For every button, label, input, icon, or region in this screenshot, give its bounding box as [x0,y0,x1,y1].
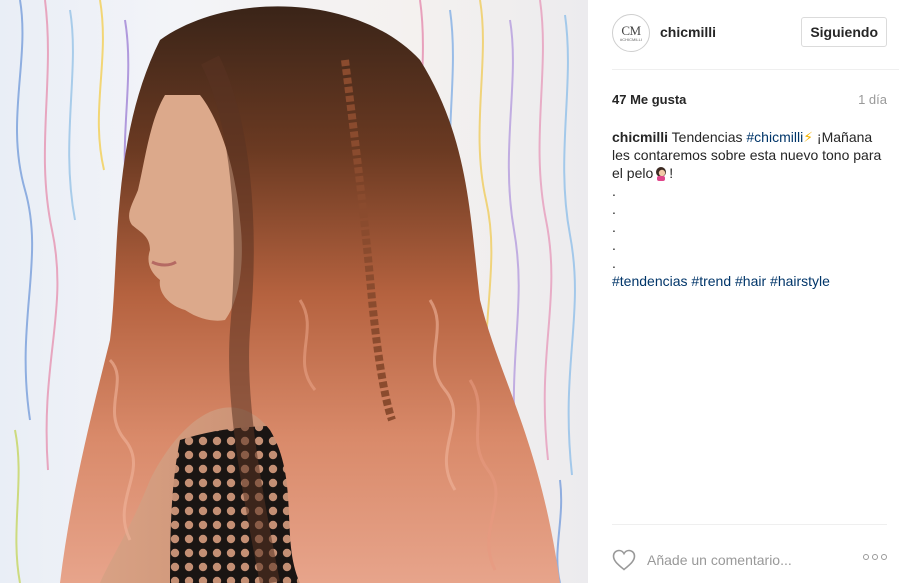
post-time[interactable]: 1 día [858,92,887,107]
avatar-monogram: CM [621,22,641,38]
post-footer [612,524,887,583]
caption-text: Tendencias [671,129,743,145]
caption-exclaim: ! [669,165,674,181]
instagram-post: CM #CHICMILLI chicmilli Siguiendo 47 Me … [0,0,901,583]
woman-haircut-emoji-icon [656,167,667,181]
comment-input[interactable] [647,549,837,571]
likes-count[interactable]: 47 Me gusta [612,92,686,107]
caption-text-2: ¡Mañana [813,129,873,145]
hashtag-hairstyle[interactable]: #hairstyle [770,273,830,289]
heart-icon[interactable] [612,549,636,571]
post-header: CM #CHICMILLI chicmilli Siguiendo [612,14,899,70]
caption-dot-5: . [612,255,616,271]
post-photo[interactable] [0,0,588,583]
caption-line-3: el pelo! [612,164,888,182]
hashtag-trend[interactable]: #trend [691,273,731,289]
more-dot [872,554,878,560]
hashtag-hair[interactable]: #hair [735,273,766,289]
following-button[interactable]: Siguiendo [801,17,887,47]
caption-line-2: les contaremos sobre esta nuevo tono par… [612,147,882,163]
post-caption: chicmilli Tendencias #chicmilli⚡ ¡Mañana… [612,128,888,290]
post-side-panel: CM #CHICMILLI chicmilli Siguiendo 47 Me … [588,0,901,583]
more-dot [863,554,869,560]
post-photo-drawing [14,0,576,583]
more-dot [881,554,887,560]
more-options-icon[interactable] [863,554,887,564]
caption-dot-2: . [612,201,616,217]
caption-dot-1: . [612,183,616,199]
likes-row: 47 Me gusta 1 día [612,92,887,110]
caption-author[interactable]: chicmilli [612,129,668,145]
lightning-emoji: ⚡ [803,129,814,145]
caption-dot-4: . [612,237,616,253]
hashtag-tendencias[interactable]: #tendencias [612,273,688,289]
username-link[interactable]: chicmilli [660,24,716,40]
avatar[interactable]: CM #CHICMILLI [612,14,650,52]
caption-text-3: el pelo [612,165,654,181]
caption-dot-3: . [612,219,616,235]
hashtag-chicmilli[interactable]: #chicmilli [746,129,803,145]
avatar-subtext: #CHICMILLI [619,36,642,42]
caption-line-1: chicmilli Tendencias #chicmilli⚡ ¡Mañana [612,128,888,146]
caption-hashtags: #tendencias #trend #hair #hairstyle [612,272,888,290]
